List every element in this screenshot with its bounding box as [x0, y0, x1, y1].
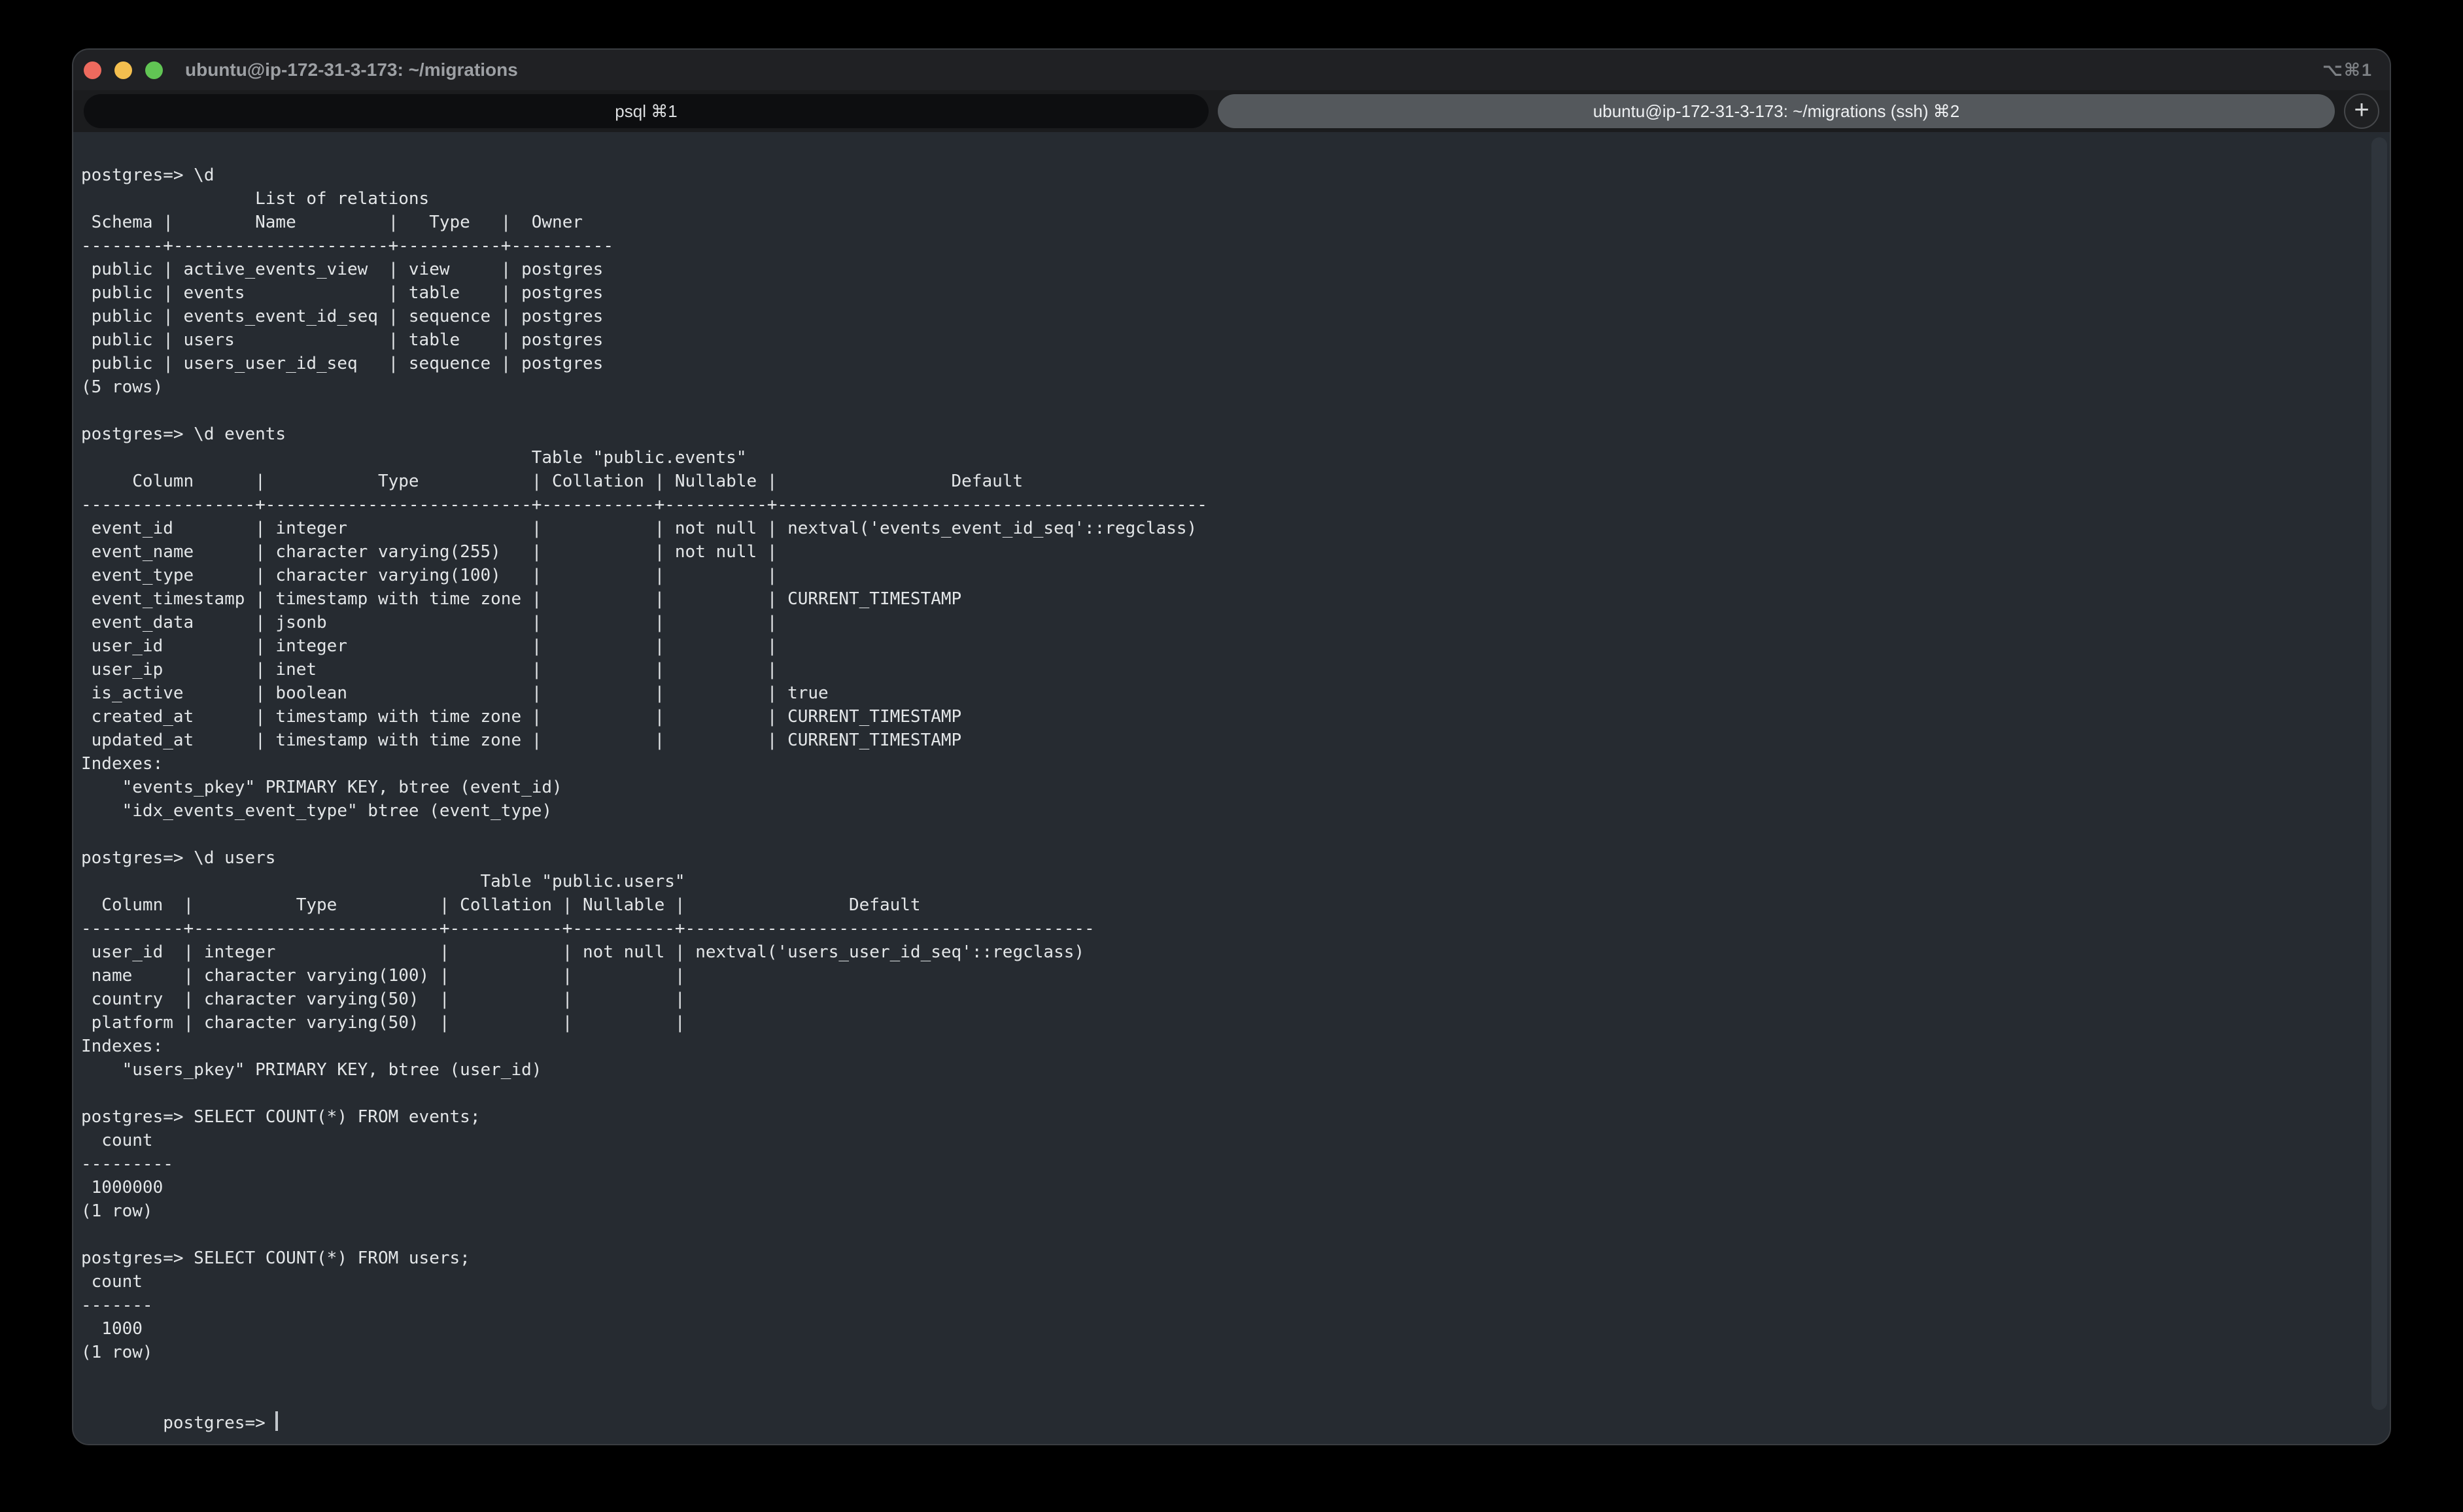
scrollbar-thumb[interactable]: [2371, 137, 2387, 1410]
terminal-line: [81, 823, 2361, 846]
close-button[interactable]: [84, 61, 101, 79]
terminal-line: is_active | boolean | | | true: [81, 681, 2361, 705]
terminal-line: count: [81, 1129, 2361, 1152]
window-titlebar[interactable]: ubuntu@ip-172-31-3-173: ~/migrations ⌥⌘1: [73, 50, 2390, 90]
terminal-line: postgres=> \d events: [81, 422, 2361, 446]
tab-psql-label: psql ⌘1: [615, 101, 677, 122]
terminal-line: updated_at | timestamp with time zone | …: [81, 729, 2361, 752]
terminal-line: postgres=> \d users: [81, 846, 2361, 870]
terminal-line: postgres=> SELECT COUNT(*) FROM users;: [81, 1246, 2361, 1270]
terminal-line: country | character varying(50) | | |: [81, 988, 2361, 1011]
terminal-line: [81, 1082, 2361, 1105]
terminal-window: ubuntu@ip-172-31-3-173: ~/migrations ⌥⌘1…: [72, 48, 2391, 1445]
terminal-line: platform | character varying(50) | | |: [81, 1011, 2361, 1035]
prompt-line: postgres=>: [81, 1388, 2361, 1411]
window-title: ubuntu@ip-172-31-3-173: ~/migrations: [185, 60, 518, 80]
terminal-output: postgres=> \d List of relations Schema |…: [81, 163, 2361, 1388]
terminal-line: [81, 1364, 2361, 1388]
terminal-line: public | events_event_id_seq | sequence …: [81, 305, 2361, 328]
terminal-line: event_data | jsonb | | |: [81, 611, 2361, 634]
terminal-line: ----------+------------------------+----…: [81, 917, 2361, 940]
zoom-button[interactable]: [145, 61, 163, 79]
tab-ssh[interactable]: ubuntu@ip-172-31-3-173: ~/migrations (ss…: [1218, 94, 2335, 128]
tab-bar: psql ⌘1 ubuntu@ip-172-31-3-173: ~/migrat…: [73, 90, 2390, 132]
terminal-line: Column | Type | Collation | Nullable | D…: [81, 893, 2361, 917]
terminal-line: user_id | integer | | not null | nextval…: [81, 940, 2361, 964]
new-tab-button[interactable]: +: [2344, 94, 2379, 129]
terminal-line: public | users | table | postgres: [81, 328, 2361, 352]
text-cursor: [275, 1411, 278, 1431]
terminal-line: public | active_events_view | view | pos…: [81, 258, 2361, 281]
minimize-button[interactable]: [114, 61, 132, 79]
terminal-line: "users_pkey" PRIMARY KEY, btree (user_id…: [81, 1058, 2361, 1082]
terminal-line: Table "public.events": [81, 446, 2361, 470]
terminal-content[interactable]: postgres=> \d List of relations Schema |…: [73, 132, 2390, 1444]
tab-psql[interactable]: psql ⌘1: [84, 94, 1209, 128]
terminal-line: count: [81, 1270, 2361, 1294]
terminal-line: event_type | character varying(100) | | …: [81, 564, 2361, 587]
desktop-background: ubuntu@ip-172-31-3-173: ~/migrations ⌥⌘1…: [0, 0, 2463, 1512]
terminal-line: created_at | timestamp with time zone | …: [81, 705, 2361, 729]
terminal-line: postgres=> SELECT COUNT(*) FROM events;: [81, 1105, 2361, 1129]
terminal-line: user_ip | inet | | |: [81, 658, 2361, 681]
terminal-line: [81, 1223, 2361, 1246]
terminal-line: (1 row): [81, 1341, 2361, 1364]
terminal-line: public | events | table | postgres: [81, 281, 2361, 305]
terminal-line: ---------: [81, 1152, 2361, 1176]
terminal-line: public | users_user_id_seq | sequence | …: [81, 352, 2361, 375]
terminal-line: Schema | Name | Type | Owner: [81, 211, 2361, 234]
prompt-text: postgres=>: [163, 1413, 275, 1433]
terminal-line: name | character varying(100) | | |: [81, 964, 2361, 988]
terminal-line: 1000: [81, 1317, 2361, 1341]
tab-ssh-label: ubuntu@ip-172-31-3-173: ~/migrations (ss…: [1593, 101, 1959, 122]
terminal-line: -------: [81, 1294, 2361, 1317]
terminal-line: --------+---------------------+---------…: [81, 234, 2361, 258]
terminal-line: 1000000: [81, 1176, 2361, 1199]
terminal-line: postgres=> \d: [81, 163, 2361, 187]
terminal-line: Column | Type | Collation | Nullable | D…: [81, 470, 2361, 493]
terminal-line: (5 rows): [81, 375, 2361, 399]
terminal-line: event_timestamp | timestamp with time zo…: [81, 587, 2361, 611]
terminal-line: [81, 399, 2361, 422]
plus-icon: +: [2354, 97, 2369, 123]
terminal-line: Indexes:: [81, 1035, 2361, 1058]
terminal-line: "idx_events_event_type" btree (event_typ…: [81, 799, 2361, 823]
terminal-line: List of relations: [81, 187, 2361, 211]
terminal-line: event_id | integer | | not null | nextva…: [81, 517, 2361, 540]
hotkey-indicator: ⌥⌘1: [2322, 60, 2373, 80]
terminal-line: event_name | character varying(255) | | …: [81, 540, 2361, 564]
terminal-line: (1 row): [81, 1199, 2361, 1223]
terminal-line: Indexes:: [81, 752, 2361, 776]
terminal-line: -----------------+----------------------…: [81, 493, 2361, 517]
terminal-line: Table "public.users": [81, 870, 2361, 893]
terminal-line: user_id | integer | | |: [81, 634, 2361, 658]
terminal-line: "events_pkey" PRIMARY KEY, btree (event_…: [81, 776, 2361, 799]
